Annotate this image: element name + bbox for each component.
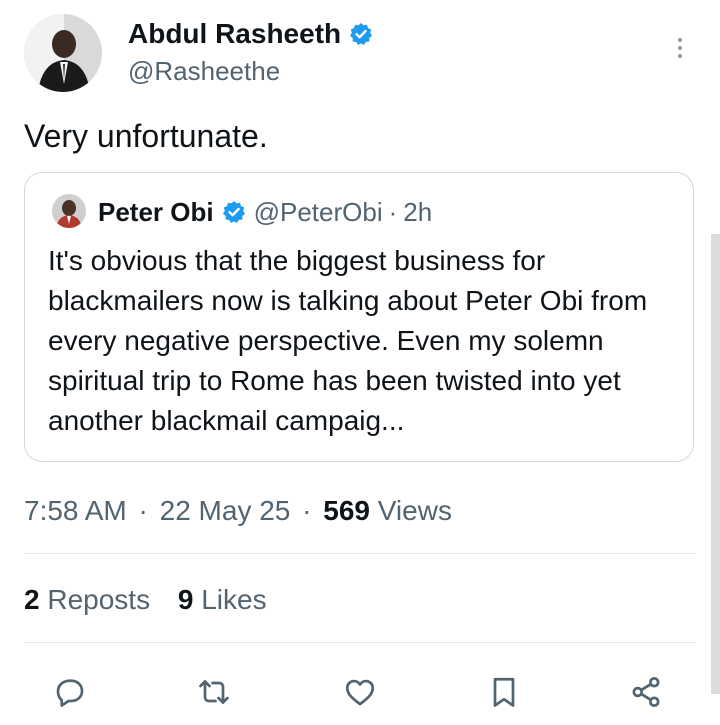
divider	[24, 642, 696, 643]
reply-icon[interactable]	[48, 670, 92, 714]
quoted-author-handle[interactable]: @PeterObi	[254, 195, 383, 229]
quoted-tweet-text: It's obvious that the biggest business f…	[48, 245, 648, 436]
quoted-meta-separator: ·	[388, 197, 398, 227]
engagement-stats: 2 Reposts 9 Likes	[24, 582, 287, 618]
author-avatar[interactable]	[24, 14, 102, 92]
views-count: 569	[323, 495, 370, 526]
verified-badge-icon	[222, 200, 246, 224]
author-handle[interactable]: @Rasheethe	[128, 54, 280, 88]
meta-separator: ·	[138, 495, 148, 526]
author-photo	[24, 14, 102, 92]
likes-label: Likes	[201, 584, 267, 615]
quoted-author-name[interactable]: Peter Obi	[98, 195, 214, 229]
quoted-author-avatar[interactable]	[52, 194, 86, 228]
tweet-meta-row: 7:58 AM · 22 May 25 · 569 Views	[24, 492, 452, 530]
scrollbar[interactable]	[711, 234, 720, 694]
reposts-stat[interactable]: 2 Reposts	[24, 584, 158, 615]
author-name-row[interactable]: Abdul Rasheeth	[128, 16, 373, 52]
reposts-label: Reposts	[47, 584, 151, 615]
tweet-date[interactable]: 22 May 25	[160, 495, 291, 526]
share-icon[interactable]	[624, 670, 668, 714]
more-vertical-icon[interactable]	[668, 34, 692, 62]
verified-badge-icon	[349, 22, 373, 46]
quoted-tweet-time[interactable]: 2h	[403, 195, 432, 229]
tweet-action-bar	[0, 666, 720, 716]
quoted-tweet-header: Peter Obi @PeterObi · 2h	[98, 195, 432, 229]
tweet-text: Very unfortunate.	[24, 118, 268, 154]
likes-count: 9	[177, 584, 194, 615]
views-label: Views	[377, 495, 452, 526]
repost-icon[interactable]	[192, 670, 236, 714]
likes-stat[interactable]: 9 Likes	[178, 584, 267, 615]
quoted-tweet-card[interactable]: Peter Obi @PeterObi · 2h It's obvious th…	[24, 172, 694, 462]
like-icon[interactable]	[338, 670, 382, 714]
meta-separator: ·	[302, 495, 312, 526]
author-name[interactable]: Abdul Rasheeth	[128, 16, 341, 52]
divider	[24, 553, 696, 554]
tweet-time[interactable]: 7:58 AM	[24, 495, 127, 526]
quoted-author-photo	[52, 194, 86, 228]
bookmark-icon[interactable]	[482, 670, 526, 714]
reposts-count: 2	[24, 584, 40, 615]
